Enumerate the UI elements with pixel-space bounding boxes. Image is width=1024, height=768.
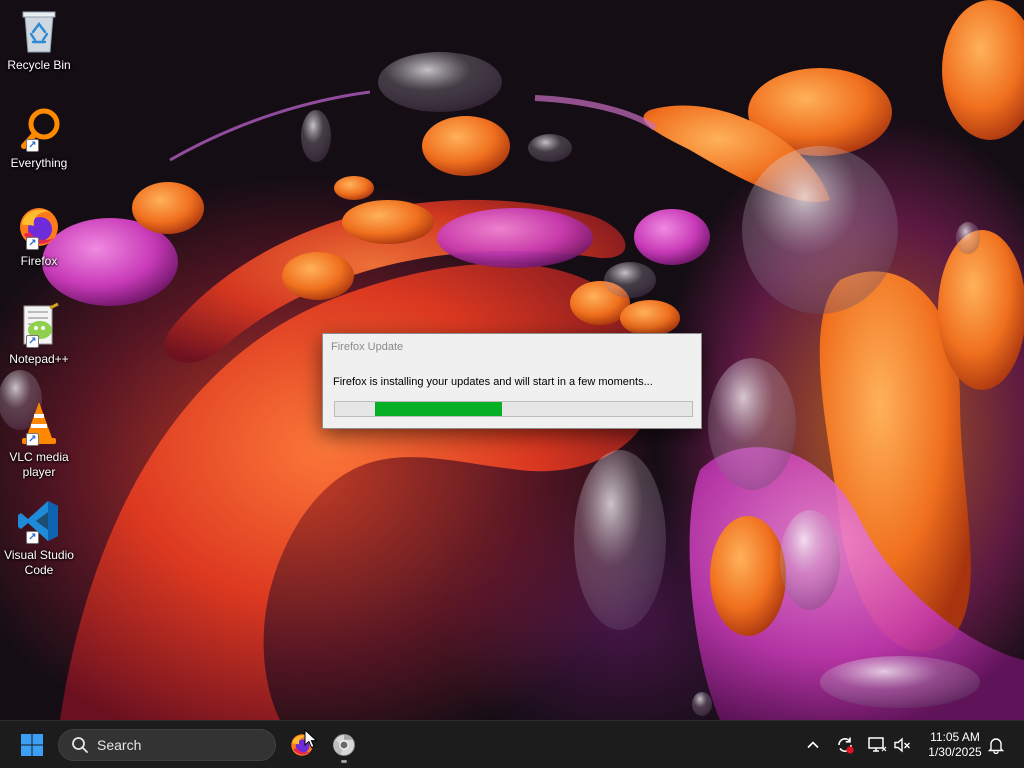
vscode-icon: ↗ <box>16 498 62 544</box>
desktop-icon-label: Visual Studio Code <box>4 548 74 577</box>
tray-volume-button[interactable] <box>890 733 914 757</box>
vlc-icon: ↗ <box>16 400 62 446</box>
shortcut-arrow-icon: ↗ <box>26 335 39 348</box>
desktop-icon-label: VLC media player <box>9 450 69 479</box>
running-indicator <box>341 760 347 763</box>
desktop-icon-firefox[interactable]: ↗ Firefox <box>2 204 76 269</box>
dialog-message: Firefox is installing your updates and w… <box>333 376 653 388</box>
firefox-update-dialog: Firefox Update Firefox is installing you… <box>322 333 702 429</box>
tray-sync-button[interactable] <box>833 733 857 757</box>
start-button[interactable] <box>12 725 52 765</box>
sync-alert-icon <box>838 737 854 754</box>
desktop-icon-everything[interactable]: ↗ Everything <box>2 106 76 171</box>
taskbar-search-box[interactable]: Search <box>58 729 276 761</box>
firefox-icon: ↗ <box>16 204 62 250</box>
chevron-up-icon <box>807 741 819 749</box>
shortcut-arrow-icon: ↗ <box>26 139 39 152</box>
shortcut-arrow-icon: ↗ <box>26 433 39 446</box>
windows-logo-icon <box>21 734 43 756</box>
notepadpp-icon: ↗ <box>16 302 62 348</box>
desktop-icon-notepadpp[interactable]: ↗ Notepad++ <box>2 302 76 367</box>
recycle-bin-icon <box>16 8 62 54</box>
notification-center-button[interactable] <box>984 733 1008 757</box>
update-progress-bar <box>334 401 693 417</box>
shortcut-arrow-icon: ↗ <box>26 531 39 544</box>
mouse-cursor-icon <box>304 729 318 749</box>
taskbar-clock[interactable]: 11:05 AM 1/30/2025 <box>918 730 992 760</box>
update-progress-fill <box>375 402 502 416</box>
desktop-icon-vlc[interactable]: ↗ VLC media player <box>2 400 76 480</box>
notification-bell-icon <box>987 738 1005 754</box>
search-icon <box>72 737 88 753</box>
taskbar-chrome-button[interactable] <box>324 725 364 765</box>
volume-muted-icon <box>894 737 910 753</box>
clock-time: 11:05 AM <box>930 730 980 744</box>
desktop-icon-label: Recycle Bin <box>7 58 71 72</box>
desktop-icon-vscode[interactable]: ↗ Visual Studio Code <box>2 498 76 578</box>
search-placeholder: Search <box>97 737 142 753</box>
show-hidden-icons-button[interactable] <box>801 733 825 757</box>
desktop-icon-label: Firefox <box>20 254 58 268</box>
taskbar: Search 11:05 AM 1/30/2025 <box>0 720 1024 768</box>
desktop-icon-label: Notepad++ <box>9 352 69 366</box>
clock-date: 1/30/2025 <box>928 745 982 759</box>
chrome-icon <box>333 734 355 756</box>
desktop-icon-label: Everything <box>10 156 68 170</box>
dialog-title: Firefox Update <box>331 341 404 353</box>
desktop-icon-recycle-bin[interactable]: Recycle Bin <box>2 8 76 73</box>
network-icon <box>868 737 887 752</box>
everything-search-icon: ↗ <box>16 106 62 152</box>
tray-network-button[interactable] <box>865 733 889 757</box>
shortcut-arrow-icon: ↗ <box>26 237 39 250</box>
